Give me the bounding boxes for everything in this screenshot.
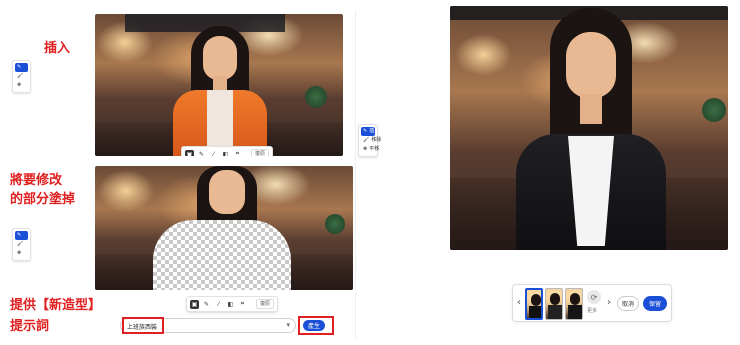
side-item-insert-label: 插入 bbox=[369, 128, 380, 134]
face-3 bbox=[566, 32, 616, 98]
crop-tool-icon[interactable]: ⌗ bbox=[233, 150, 242, 156]
next-icon[interactable]: › bbox=[607, 297, 611, 308]
result-photo bbox=[450, 6, 728, 250]
white-shirt bbox=[207, 90, 233, 150]
annotation-erase-line2: 的部分塗掉 bbox=[10, 192, 76, 207]
highlight-prompt-input bbox=[122, 317, 164, 334]
move-icon-mid: ✥ bbox=[363, 146, 368, 152]
original-photo: ▣ ✎ ⁄ ◧ ⌗ 復原 bbox=[95, 14, 343, 156]
side-item-insert[interactable]: ✎ bbox=[15, 63, 28, 72]
panel-divider bbox=[355, 10, 356, 340]
side-item-remove-label: 移除 bbox=[371, 137, 382, 143]
edit-toolbar-1: ▣ ✎ ⁄ ◧ ⌗ 復原 bbox=[181, 146, 274, 157]
side-item-remove-2[interactable]: 🖌 bbox=[15, 240, 28, 249]
side-item-move-mid[interactable]: ✥ 平移 bbox=[361, 145, 379, 154]
brush-icon-2: 🖌 bbox=[17, 241, 24, 247]
side-item-move[interactable]: ✥ bbox=[15, 81, 28, 90]
result-selection-bar: ‹ ⟳ 更多 › 取消 保留 bbox=[512, 284, 672, 322]
insert-icon-mid: ✎ bbox=[363, 128, 368, 134]
insert-icon: ✎ bbox=[17, 64, 22, 70]
brush-icon-mid: 🖌 bbox=[363, 137, 370, 143]
masked-photo bbox=[95, 166, 353, 290]
side-item-remove[interactable]: 🖌 bbox=[15, 72, 28, 81]
select-tool-icon[interactable]: ▣ bbox=[185, 149, 194, 156]
brush-tool-icon-2[interactable]: ⁄ bbox=[214, 300, 223, 309]
highlight-generate-button bbox=[298, 316, 334, 335]
brush-tool-icon[interactable]: ⁄ bbox=[209, 150, 218, 157]
side-menu-middle: ✎ 插入 🖌 移除 ✥ 平移 bbox=[358, 124, 381, 157]
prev-icon[interactable]: ‹ bbox=[517, 297, 521, 308]
undo-button-2[interactable]: 復原 bbox=[256, 299, 275, 309]
brush-icon: 🖌 bbox=[17, 73, 24, 79]
insert-icon-2: ✎ bbox=[17, 232, 22, 238]
side-item-move-2[interactable]: ✥ bbox=[15, 249, 28, 258]
crop-tool-icon-2[interactable]: ⌗ bbox=[238, 300, 247, 309]
plant-decoration-3 bbox=[702, 98, 726, 122]
keep-button[interactable]: 保留 bbox=[643, 296, 667, 311]
side-item-insert-mid[interactable]: ✎ 插入 bbox=[361, 127, 379, 136]
side-item-insert-2[interactable]: ✎ bbox=[15, 231, 28, 240]
annotation-prompt-line1: 提供【新造型】 bbox=[10, 298, 102, 313]
annotation-prompt-line2: 提示詞 bbox=[10, 319, 50, 334]
cancel-button[interactable]: 取消 bbox=[617, 296, 639, 311]
face-2 bbox=[209, 170, 245, 214]
variant-thumb-2[interactable] bbox=[545, 288, 563, 320]
plant-decoration-2 bbox=[325, 214, 345, 234]
erased-mask-area bbox=[153, 220, 291, 290]
undo-button-1[interactable]: 復原 bbox=[251, 149, 270, 156]
move-icon-2: ✥ bbox=[17, 250, 22, 256]
eraser-tool-icon-2[interactable]: ◧ bbox=[226, 300, 235, 309]
face bbox=[203, 36, 237, 80]
neck-3 bbox=[580, 94, 602, 124]
variant-thumb-3[interactable] bbox=[565, 288, 583, 320]
more-options-icon[interactable]: ⟳ bbox=[587, 290, 601, 304]
prompt-dropdown-icon[interactable]: ▾ bbox=[286, 321, 290, 329]
pen-tool-icon-2[interactable]: ✎ bbox=[202, 300, 211, 309]
side-menu-small-2: ✎ 🖌 ✥ bbox=[12, 228, 31, 261]
edit-toolbar-2: ▣ ✎ ⁄ ◧ ⌗ 復原 bbox=[186, 296, 279, 312]
annotation-insert: 插入 bbox=[44, 41, 71, 56]
select-tool-icon-2[interactable]: ▣ bbox=[190, 299, 199, 309]
side-menu-small-1: ✎ 🖌 ✥ bbox=[12, 60, 31, 93]
move-icon: ✥ bbox=[17, 82, 22, 88]
plant-decoration bbox=[305, 86, 327, 108]
eraser-tool-icon[interactable]: ◧ bbox=[221, 150, 230, 157]
more-label: 更多 bbox=[587, 308, 598, 314]
side-item-move-label: 平移 bbox=[369, 146, 380, 152]
variant-thumb-1[interactable] bbox=[525, 288, 543, 320]
annotation-erase-line1: 將要修改 bbox=[10, 173, 63, 188]
pen-tool-icon[interactable]: ✎ bbox=[197, 150, 206, 157]
side-item-remove-mid[interactable]: 🖌 移除 bbox=[361, 136, 381, 145]
